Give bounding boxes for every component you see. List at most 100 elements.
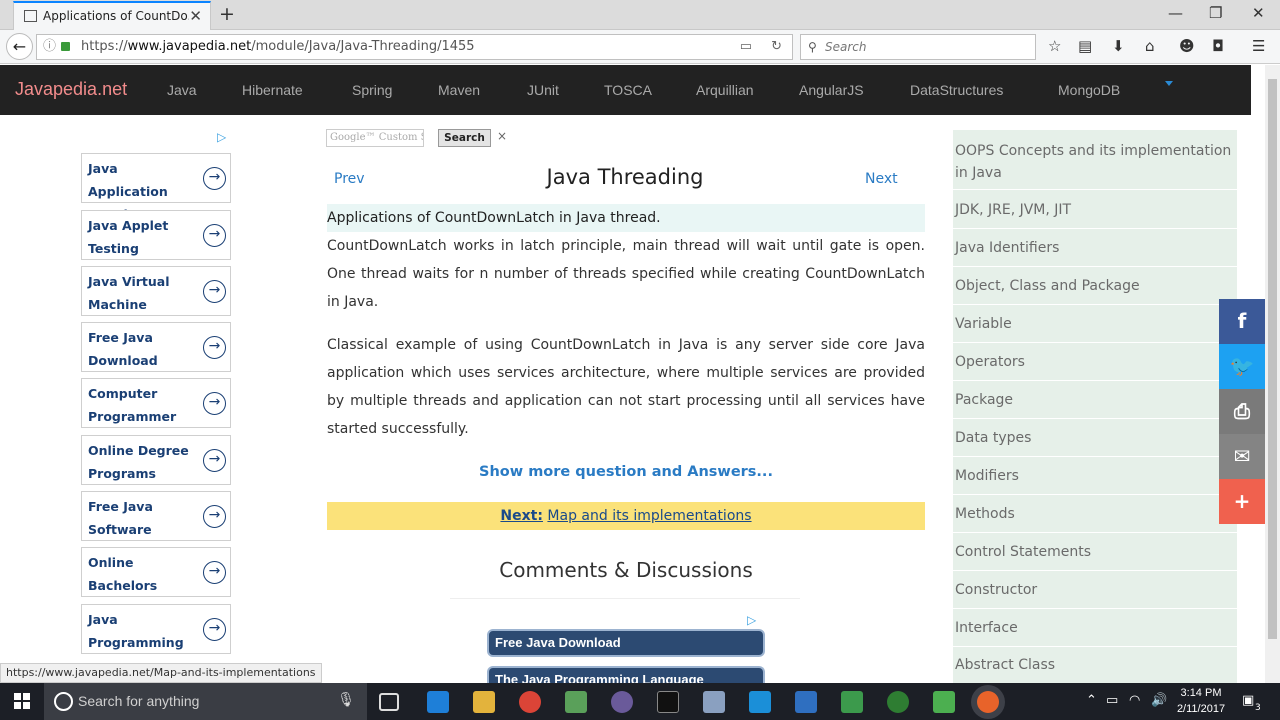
browser-search-field[interactable]: ⚲ Search	[800, 34, 1036, 60]
sidebar-item[interactable]: Abstract Class	[955, 654, 1235, 676]
file-explorer-icon[interactable]	[473, 691, 495, 713]
reader-view-icon[interactable]: ▭	[740, 35, 752, 59]
nav-angularjs[interactable]: AngularJS	[799, 82, 864, 98]
new-tab-button[interactable]: +	[219, 3, 235, 25]
ad-link[interactable]: Java Programming →	[81, 604, 231, 654]
minimize-button[interactable]: —	[1168, 4, 1183, 22]
tray-chevron-icon[interactable]: ⌃	[1086, 693, 1097, 708]
home-icon[interactable]: ⌂	[1145, 37, 1155, 55]
firefox-icon[interactable]	[977, 691, 999, 713]
arrow-right-icon: →	[203, 505, 226, 528]
site-logo[interactable]: Javapedia.net	[15, 79, 127, 100]
ad-link[interactable]: The Java Programming Language	[487, 666, 765, 683]
notepad-icon[interactable]	[933, 691, 955, 713]
bookmark-star-icon[interactable]: ☆	[1048, 37, 1061, 55]
page-scrollbar[interactable]	[1265, 65, 1280, 683]
app-icon[interactable]	[703, 691, 725, 713]
browser-tab[interactable]: Applications of CountDo... ✕	[13, 1, 211, 30]
sidebar-item[interactable]: Control Statements	[955, 541, 1235, 563]
facebook-share-button[interactable]: f	[1219, 299, 1265, 344]
ad-link[interactable]: Java Virtual Machine →	[81, 266, 231, 316]
mail-icon[interactable]	[749, 691, 771, 713]
taskbar-search[interactable]: Search for anything 🎙	[44, 683, 367, 720]
nav-maven[interactable]: Maven	[438, 82, 480, 98]
nav-spring[interactable]: Spring	[352, 82, 392, 98]
maximize-button[interactable]: ❐	[1209, 4, 1222, 22]
chat-icon[interactable]: ☻	[1179, 37, 1195, 55]
sidebar-item[interactable]: Object, Class and Package	[955, 275, 1235, 297]
terminal-icon[interactable]	[657, 691, 679, 713]
back-button[interactable]: ←	[6, 33, 33, 60]
scrollbar-thumb[interactable]	[1268, 79, 1277, 639]
twitter-share-button[interactable]: 🐦	[1219, 344, 1265, 389]
ad-link[interactable]: Free Java Software →	[81, 491, 231, 541]
prev-link[interactable]: Prev	[334, 171, 365, 187]
nav-java[interactable]: Java	[167, 82, 197, 98]
print-button[interactable]: ⎙	[1219, 389, 1265, 434]
pocket-icon[interactable]: ◘	[1212, 37, 1224, 55]
info-icon[interactable]: ⓘ	[43, 35, 56, 59]
clear-search-icon[interactable]: ×	[497, 129, 507, 143]
sidebar-item[interactable]: Modifiers	[955, 465, 1235, 487]
next-label[interactable]: Next:	[500, 508, 543, 524]
sidebar-item[interactable]: Variable	[955, 313, 1235, 335]
ad-link[interactable]: Online Bachelors →	[81, 547, 231, 597]
notifications-icon[interactable]: ▣	[1242, 693, 1254, 708]
battery-icon[interactable]: ▭	[1106, 693, 1118, 708]
close-window-button[interactable]: ✕	[1252, 4, 1265, 22]
nav-dropdown-caret-icon[interactable]	[1165, 81, 1173, 86]
sidebar-item[interactable]: Data types	[955, 427, 1235, 449]
show-more-link[interactable]: Show more question and Answers...	[327, 464, 925, 480]
sidebar-item[interactable]: Constructor	[955, 579, 1235, 601]
task-view-icon[interactable]	[379, 693, 399, 711]
site-search-input[interactable]: Google™ Custom Sea	[326, 129, 424, 147]
more-share-button[interactable]: +	[1219, 479, 1265, 524]
eclipse-icon[interactable]	[611, 691, 633, 713]
wifi-icon[interactable]: ◠	[1129, 693, 1140, 708]
ad-link[interactable]: Free Java Download →	[81, 322, 231, 372]
sidebar-item[interactable]: Package	[955, 389, 1235, 411]
printer-icon: ⎙	[1234, 399, 1250, 423]
envelope-icon: ✉	[1233, 444, 1251, 468]
ad-link[interactable]: Computer Programmer →	[81, 378, 231, 428]
next-link[interactable]: Next	[865, 171, 898, 187]
ad-link[interactable]: Java Applet Testing →	[81, 210, 231, 260]
windows-start-icon[interactable]	[14, 693, 30, 709]
ad-link[interactable]: Free Java Download	[487, 629, 765, 657]
sidebar-item[interactable]: Java Identifiers	[955, 237, 1235, 259]
sidebar-item[interactable]: Methods	[955, 503, 1235, 525]
sidebar-item[interactable]: OOPS Concepts and its implementation in …	[955, 140, 1235, 184]
volume-icon[interactable]: 🔊	[1151, 693, 1167, 708]
nav-datastructures[interactable]: DataStructures	[910, 82, 1003, 98]
address-bar[interactable]: ⓘ https://www.javapedia.net/module/Java/…	[36, 34, 793, 60]
microphone-icon[interactable]: 🎙	[337, 692, 355, 708]
visual-studio-code-icon[interactable]	[795, 691, 817, 713]
email-share-button[interactable]: ✉	[1219, 434, 1265, 479]
ad-link[interactable]: Java Application Development→	[81, 153, 231, 222]
nav-junit[interactable]: JUnit	[527, 82, 559, 98]
ad-link[interactable]: Online Degree Programs →	[81, 435, 231, 485]
app-icon[interactable]	[841, 691, 863, 713]
app-icon[interactable]	[887, 691, 909, 713]
sidebar-item[interactable]: JDK, JRE, JVM, JIT	[955, 199, 1235, 221]
nav-arquillian[interactable]: Arquillian	[696, 82, 754, 98]
nav-tosca[interactable]: TOSCA	[604, 82, 652, 98]
downloads-icon[interactable]: ⬇	[1112, 37, 1125, 55]
site-search-button[interactable]: Search	[438, 129, 491, 147]
adchoices-icon[interactable]: ▷	[747, 613, 756, 627]
menu-icon[interactable]: ☰	[1252, 37, 1265, 55]
taskbar-clock[interactable]: 3:14 PM 2/11/2017	[1170, 685, 1232, 717]
next-topic-link[interactable]: Map and its implementations	[547, 508, 751, 524]
edge-icon[interactable]	[427, 691, 449, 713]
nav-mongodb[interactable]: MongoDB	[1058, 82, 1120, 98]
nav-hibernate[interactable]: Hibernate	[242, 82, 303, 98]
adchoices-icon[interactable]: ▷	[217, 130, 226, 144]
close-tab-icon[interactable]: ✕	[189, 7, 202, 25]
app-icon[interactable]	[565, 691, 587, 713]
reload-icon[interactable]: ↻	[771, 35, 782, 59]
answer-paragraph: Classical example of using CountDownLatc…	[327, 337, 925, 437]
chrome-icon[interactable]	[519, 691, 541, 713]
sidebar-item[interactable]: Interface	[955, 617, 1235, 639]
sidebar-item[interactable]: Operators	[955, 351, 1235, 373]
bookmarks-list-icon[interactable]: ▤	[1078, 37, 1092, 55]
